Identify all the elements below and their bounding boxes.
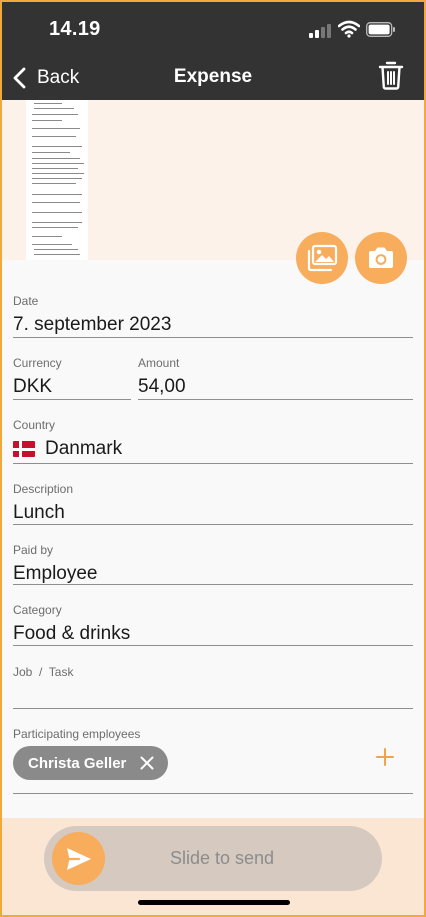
description-value: Lunch [13, 502, 65, 523]
amount-field[interactable]: Amount 54,00 [138, 356, 413, 400]
add-participant-icon[interactable] [374, 746, 396, 768]
receipt-thumbnail[interactable] [26, 100, 88, 260]
page-title: Expense [173, 66, 253, 87]
top-bar: 14.19 Back Expense [2, 2, 424, 100]
country-field[interactable]: Country Danmark [13, 418, 413, 464]
currency-label: Currency [13, 356, 62, 370]
category-field[interactable]: Category Food & drinks [13, 603, 413, 646]
gallery-button[interactable] [296, 232, 348, 284]
description-label: Description [13, 482, 74, 496]
camera-icon [369, 247, 393, 268]
close-icon[interactable] [140, 756, 154, 770]
job-task-label: Job / Task [13, 665, 74, 679]
bottom-bar: Slide to send [2, 818, 424, 915]
participants-label: Participating employees [13, 727, 141, 741]
wifi-icon [338, 20, 360, 38]
paid-by-value: Employee [13, 563, 98, 584]
currency-field[interactable]: Currency DKK [13, 356, 131, 400]
job-task-field[interactable]: Job / Task [13, 665, 413, 709]
currency-value: DKK [13, 376, 53, 397]
slide-to-send-track[interactable]: Slide to send [44, 826, 382, 891]
amount-value: 54,00 [138, 376, 186, 397]
country-value-row: Danmark [13, 438, 122, 460]
paid-by-label: Paid by [13, 543, 54, 557]
date-value: 7. september 2023 [13, 314, 172, 335]
date-field[interactable]: Date 7. september 2023 [13, 294, 413, 338]
paid-by-field[interactable]: Paid by Employee [13, 543, 413, 585]
home-indicator [138, 900, 290, 905]
trash-icon[interactable] [378, 60, 404, 90]
amount-label: Amount [138, 356, 180, 370]
participant-name: Christa Geller [28, 754, 127, 772]
date-label: Date [13, 294, 39, 308]
category-label: Category [13, 603, 62, 617]
camera-button[interactable] [355, 232, 407, 284]
country-value: Danmark [45, 438, 123, 459]
slide-to-send-label: Slide to send [169, 848, 275, 868]
participant-chip: Christa Geller [13, 746, 169, 780]
battery-icon [366, 22, 395, 37]
country-label: Country [13, 418, 56, 432]
receipt-photo-area [2, 100, 424, 260]
denmark-flag-icon [13, 441, 35, 457]
category-value: Food & drinks [13, 623, 131, 644]
cellular-signal-icon [309, 24, 333, 38]
phone-screen: 14.19 Back Expense Date 7. september 202… [2, 2, 424, 915]
image-gallery-icon [307, 244, 338, 272]
description-field[interactable]: Description Lunch [13, 482, 413, 525]
status-time: 14.19 [49, 18, 101, 40]
